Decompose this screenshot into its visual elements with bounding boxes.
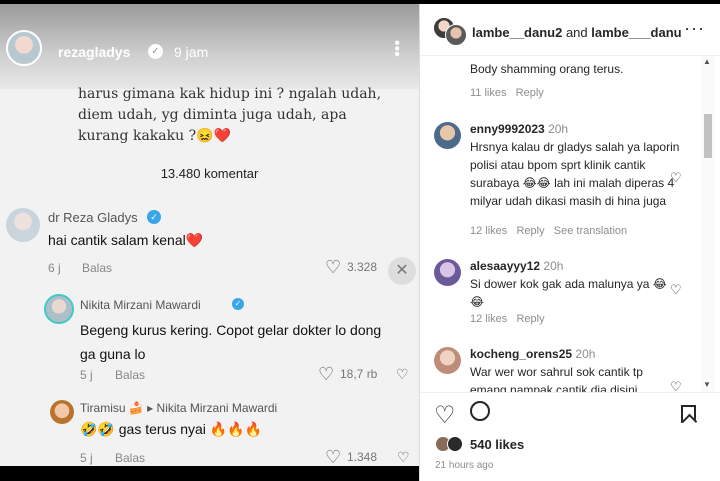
comment-meta: 12 likes Reply See translation bbox=[470, 225, 627, 237]
comment-time: 20h bbox=[548, 122, 569, 136]
comment-text: Si dower kok gak ada malunya ya 😂😂 bbox=[470, 277, 667, 309]
scrollbar-thumb[interactable] bbox=[704, 114, 712, 158]
like-count[interactable]: 12 likes bbox=[470, 313, 507, 325]
bookmark-icon[interactable] bbox=[681, 405, 696, 423]
reply-button[interactable]: Reply bbox=[516, 313, 544, 325]
comment-text: Begeng kurus kering. Copot gelar dokter … bbox=[80, 322, 382, 362]
dislike-icon[interactable]: ♡ bbox=[396, 366, 409, 383]
header-user-1[interactable]: lambe__danu2 bbox=[472, 25, 562, 40]
post-timestamp: 21 hours ago bbox=[435, 460, 494, 471]
scroll-up-icon[interactable]: ▲ bbox=[703, 57, 711, 66]
header-user-2[interactable]: lambe___danu bbox=[591, 25, 681, 40]
scrollbar[interactable] bbox=[702, 56, 714, 392]
comment-text: Body shamming orang terus. bbox=[470, 62, 624, 76]
comment-list: Body shamming orang terus. 11 likes Repl… bbox=[420, 56, 720, 392]
comment-time: 5 j bbox=[80, 368, 93, 382]
comment-icon[interactable] bbox=[470, 401, 490, 421]
comment-meta: 11 likes Reply bbox=[470, 87, 544, 99]
verified-icon: ✓ bbox=[232, 298, 244, 310]
reply-button[interactable]: Reply bbox=[516, 225, 544, 237]
story-image: rezagladys ✓ 9 jam ••• harus gimana kak … bbox=[0, 4, 419, 466]
avatar[interactable] bbox=[434, 122, 461, 149]
close-icon[interactable]: ✕ bbox=[388, 257, 416, 285]
avatar[interactable] bbox=[447, 436, 463, 452]
comment-username[interactable]: enny9992023 bbox=[470, 122, 545, 136]
story-post-text: harus gimana kak hidup ini ? ngalah udah… bbox=[78, 86, 382, 144]
like-count[interactable]: 12 likes bbox=[470, 225, 507, 237]
header-and: and bbox=[565, 25, 588, 40]
more-vertical-icon[interactable]: ••• bbox=[388, 40, 405, 57]
list-item: enny9992023 20h Hrsnya kalau dr gladys s… bbox=[470, 120, 692, 210]
avatar[interactable] bbox=[434, 259, 461, 286]
comment-time: 20h bbox=[575, 347, 596, 361]
comment-text: Hrsnya kalau dr gladys salah ya laporin … bbox=[470, 140, 680, 208]
heart-icon[interactable]: ♡ bbox=[670, 282, 682, 298]
heart-icon[interactable]: ♡ bbox=[670, 379, 682, 392]
list-item: kocheng_orens25 20h War wer wor sahrul s… bbox=[470, 345, 675, 392]
story-username[interactable]: rezagladys bbox=[58, 44, 130, 60]
comment-count: 13.480 komentar bbox=[160, 166, 259, 181]
avatar[interactable] bbox=[445, 24, 467, 46]
comment-author[interactable]: Nikita Mirzani Mawardi bbox=[80, 298, 201, 312]
like-count: 18,7 rb bbox=[340, 367, 378, 381]
comment-text: 🤣🤣 gas terus nyai 🔥🔥🔥 bbox=[80, 421, 263, 437]
comment-time: 6 j bbox=[48, 261, 61, 275]
heart-icon[interactable]: ♡ bbox=[670, 170, 682, 186]
screenshot-root: rezagladys ✓ 9 jam ••• harus gimana kak … bbox=[0, 0, 720, 481]
avatar[interactable] bbox=[434, 347, 461, 374]
dislike-icon[interactable]: ♡ bbox=[397, 449, 410, 466]
like-count[interactable]: 11 likes bbox=[470, 87, 506, 99]
comment-username[interactable]: kocheng_orens25 bbox=[470, 347, 572, 361]
comment-text: hai cantik salam kenal❤️ bbox=[48, 232, 204, 248]
heart-icon[interactable]: ♡ bbox=[325, 257, 341, 278]
scroll-down-icon[interactable]: ▼ bbox=[703, 380, 711, 389]
avatar[interactable] bbox=[50, 400, 74, 424]
comment-text: War wer wor sahrul sok cantik tp emang n… bbox=[470, 365, 643, 392]
avatar[interactable] bbox=[44, 294, 74, 324]
comment-author[interactable]: Tiramisu 🍰 ▸ Nikita Mirzani Mawardi bbox=[80, 401, 277, 415]
heart-icon[interactable]: ♡ bbox=[318, 364, 334, 385]
post-actions: ♡ 540 likes 21 hours ago bbox=[420, 392, 720, 481]
comment-author[interactable]: dr Reza Gladys bbox=[48, 210, 138, 225]
story-avatar[interactable] bbox=[6, 30, 42, 66]
verified-icon: ✓ bbox=[147, 210, 161, 224]
likes-count[interactable]: 540 likes bbox=[470, 437, 524, 452]
panel-title: lambe__danu2 and lambe___danu bbox=[472, 25, 682, 40]
heart-icon[interactable]: ♡ bbox=[434, 401, 456, 430]
story-time: 9 jam bbox=[174, 44, 209, 60]
comment-username[interactable]: alesaayyy12 bbox=[470, 259, 540, 273]
comment-time: 5 j bbox=[80, 451, 93, 465]
comment-time: 20h bbox=[543, 259, 564, 273]
comments-panel: lambe__danu2 and lambe___danu ··· Body s… bbox=[419, 4, 720, 481]
reply-button[interactable]: Balas bbox=[115, 451, 145, 465]
heart-icon[interactable]: ♡ bbox=[325, 447, 341, 466]
comment-meta: 12 likes Reply bbox=[470, 313, 545, 325]
verified-icon: ✓ bbox=[148, 44, 163, 59]
reply-button[interactable]: Balas bbox=[82, 261, 112, 275]
avatar[interactable] bbox=[6, 208, 40, 242]
like-count: 3.328 bbox=[347, 260, 378, 274]
like-count: 1.348 bbox=[347, 450, 378, 464]
list-item: alesaayyy12 20h Si dower kok gak ada mal… bbox=[470, 257, 675, 311]
more-icon[interactable]: ··· bbox=[684, 18, 705, 39]
see-translation-link[interactable]: See translation bbox=[554, 225, 627, 237]
reply-button[interactable]: Balas bbox=[115, 368, 145, 382]
panel-header: lambe__danu2 and lambe___danu ··· bbox=[420, 4, 720, 56]
reply-button[interactable]: Reply bbox=[516, 87, 544, 99]
